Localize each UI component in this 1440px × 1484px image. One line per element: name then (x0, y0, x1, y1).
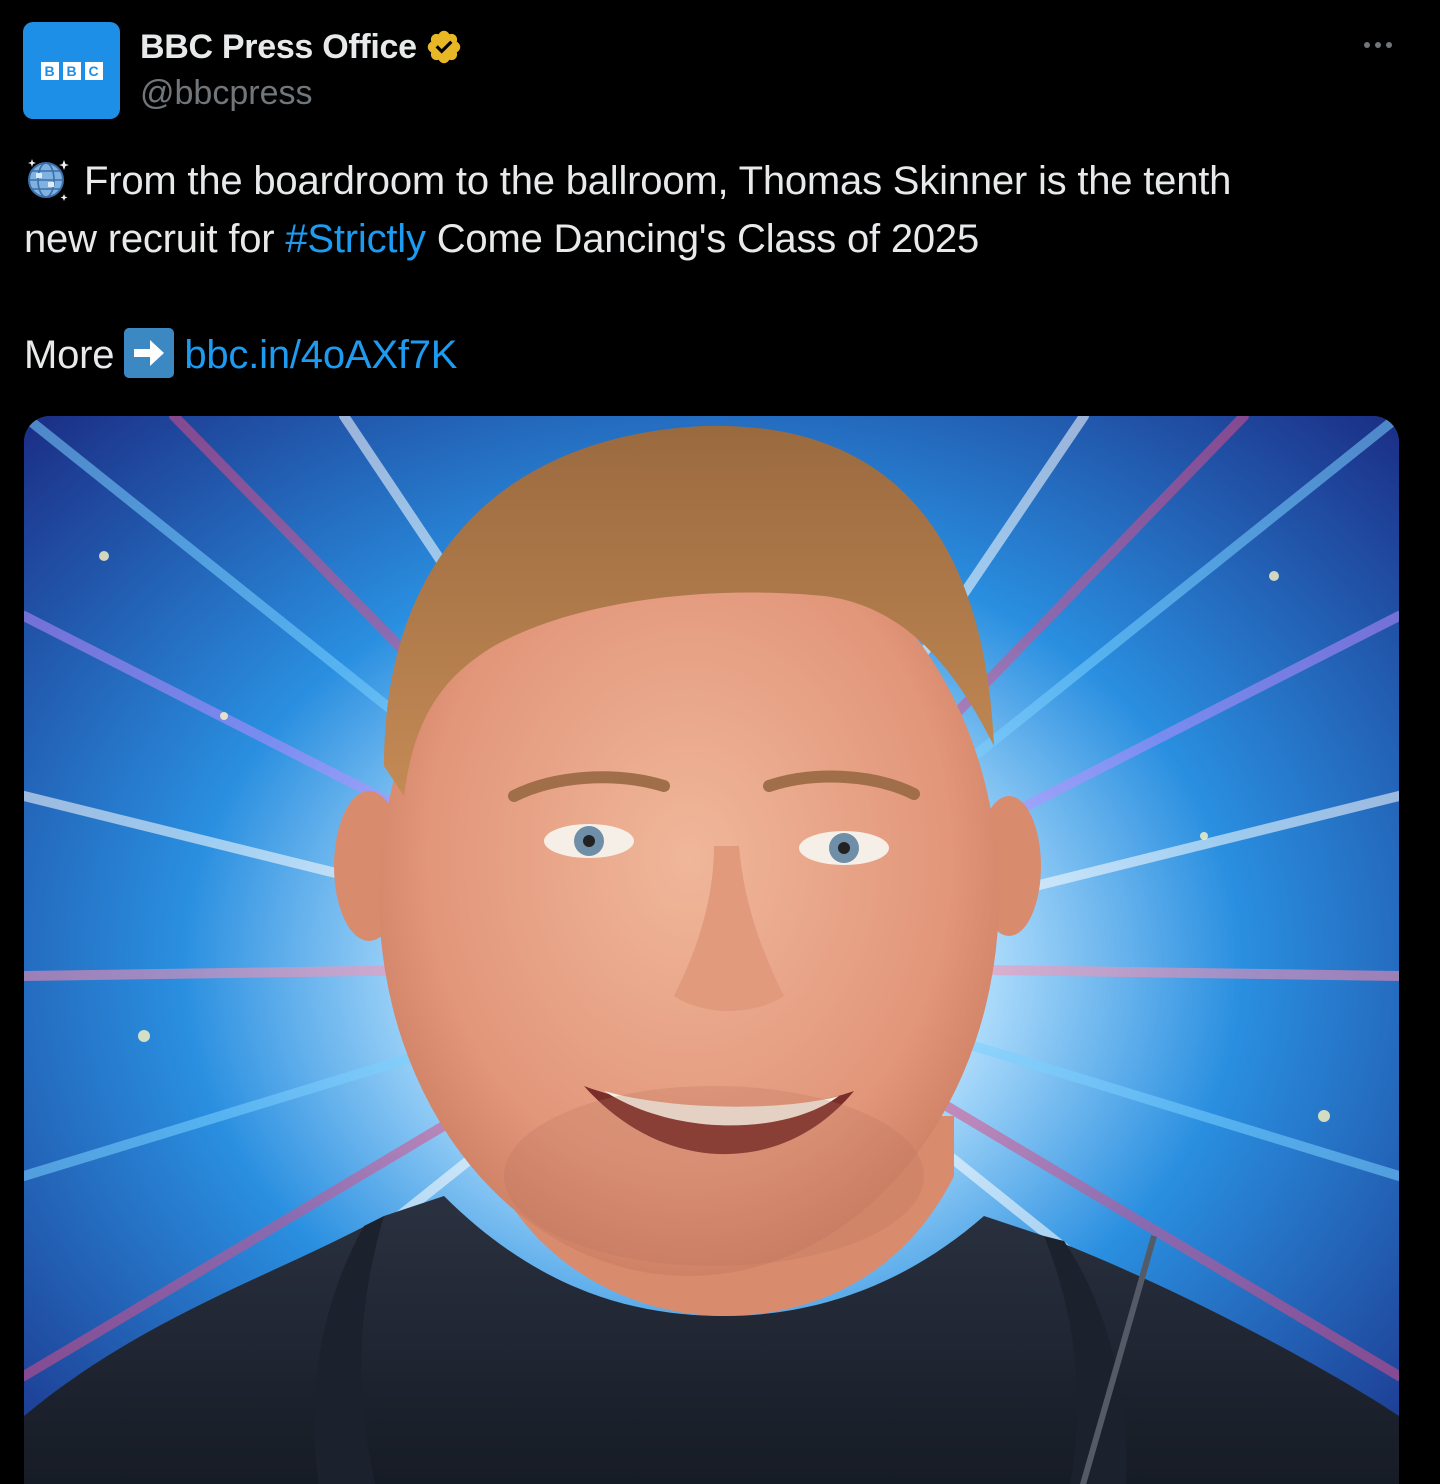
tweet-text-line-2: new recruit for #Strictly Come Dancing's… (24, 210, 1404, 268)
tweet[interactable]: B B C BBC Press Office @bbcpress From th… (0, 0, 1440, 1484)
url-link[interactable]: bbc.in/4oAXf7K (184, 333, 457, 377)
author-handle[interactable]: @bbcpress (140, 74, 312, 113)
tweet-text: From the boardroom to the ballroom, Thom… (24, 152, 1404, 384)
mirror-ball-icon (28, 159, 69, 201)
avatar[interactable]: B B C (23, 22, 120, 119)
avatar-letter: B (62, 61, 81, 80)
author-name-row: BBC Press Office (140, 24, 463, 70)
display-name[interactable]: BBC Press Office (140, 28, 417, 67)
avatar-letter: B (40, 61, 59, 80)
tweet-text-segment: From the boardroom to the ballroom, Thom… (84, 159, 1232, 203)
more-label: More (24, 333, 115, 377)
more-options-icon[interactable] (1356, 30, 1400, 60)
verified-badge-icon[interactable] (425, 28, 463, 66)
post-image[interactable] (24, 416, 1399, 1484)
right-arrow-icon (124, 328, 175, 378)
portrait-photo (24, 416, 1399, 1484)
avatar-letter: C (84, 61, 103, 80)
tweet-text-segment: Come Dancing's Class of 2025 (425, 217, 980, 261)
hashtag-link[interactable]: #Strictly (285, 217, 426, 261)
tweet-text-line-1: From the boardroom to the ballroom, Thom… (24, 152, 1404, 210)
tweet-text-segment: new recruit for (24, 217, 286, 261)
tweet-text-line-more: More bbc.in/4oAXf7K (24, 326, 1404, 384)
